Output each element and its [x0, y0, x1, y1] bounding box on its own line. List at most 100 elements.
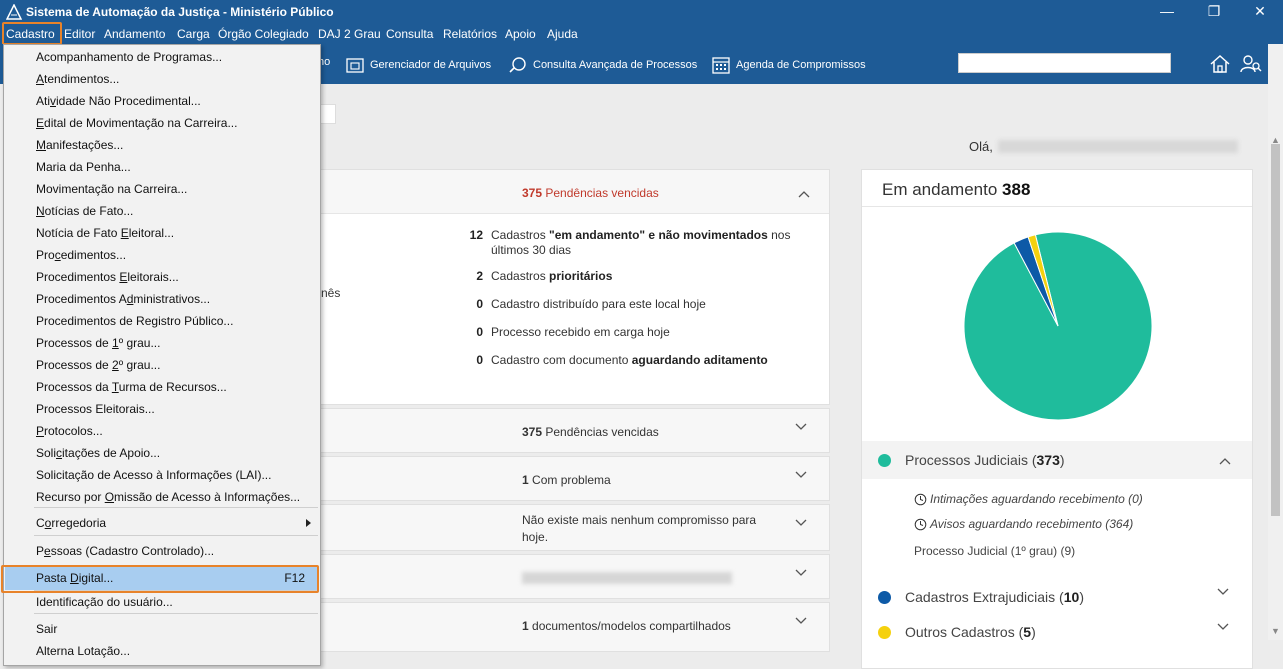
- menu-item-solicitações-de-apoio[interactable]: Solicitações de Apoio...: [5, 442, 319, 464]
- chevron-up-icon[interactable]: [1219, 457, 1231, 465]
- menu-item-label: Processos da Turma de Recursos...: [36, 380, 227, 394]
- pendencias-row[interactable]: 375 Pendências vencidas: [320, 408, 830, 453]
- menu-item-processos-eleitorais[interactable]: Processos Eleitorais...: [5, 398, 319, 420]
- menu-orgao-colegiado[interactable]: Órgão Colegiado: [218, 27, 309, 41]
- menu-carga[interactable]: Carga: [177, 27, 210, 41]
- menu-item-processos-de-1-grau[interactable]: Processos de 1º grau...: [5, 332, 319, 354]
- filter-input[interactable]: [320, 104, 336, 124]
- sub-item-avisos[interactable]: Avisos aguardando recebimento (364): [914, 517, 1133, 531]
- menu-editor[interactable]: Editor: [64, 27, 95, 41]
- chevron-down-icon[interactable]: [795, 423, 807, 431]
- title-bar: Sistema de Automação da Justiça - Minist…: [0, 0, 1283, 24]
- clock-icon: [914, 518, 927, 530]
- menu-item-acompanhamento-de-programas[interactable]: Acompanhamento de Programas...: [5, 46, 319, 68]
- menu-item-pessoas-cadastro-controlado[interactable]: Pessoas (Cadastro Controlado)...: [5, 540, 319, 562]
- menu-item-protocolos[interactable]: Protocolos...: [5, 420, 319, 442]
- chevron-up-icon[interactable]: [798, 190, 810, 198]
- home-icon[interactable]: [1208, 53, 1232, 75]
- user-name-redacted: [998, 140, 1238, 153]
- scroll-down-icon[interactable]: ▼: [1271, 627, 1280, 636]
- menu-item-atendimentos[interactable]: Atendimentos...: [5, 68, 319, 90]
- clock-icon: [914, 493, 927, 505]
- menu-relatorios[interactable]: Relatórios: [443, 27, 497, 41]
- legend-row-processos-judiciais[interactable]: Processos Judiciais (373): [862, 441, 1252, 479]
- menu-item-atividade-não-procedimental[interactable]: Atividade Não Procedimental...: [5, 90, 319, 112]
- menu-item-alterna-lotação[interactable]: Alterna Lotação...: [5, 640, 319, 662]
- menu-item-solicitação-de-acesso-à-informações-lai[interactable]: Solicitação de Acesso à Informações (LAI…: [5, 464, 319, 486]
- menu-item-label: Manifestações...: [36, 138, 124, 152]
- toolbar-gerenciador-arquivos[interactable]: Gerenciador de Arquivos: [345, 56, 491, 74]
- menu-daj-2-grau[interactable]: DAJ 2 Grau: [318, 27, 381, 41]
- toolbar-search-input[interactable]: [958, 53, 1171, 73]
- vertical-scrollbar[interactable]: ▲ ▼: [1268, 44, 1283, 640]
- window-title: Sistema de Automação da Justiça - Minist…: [26, 5, 334, 19]
- folder-icon: [346, 58, 364, 73]
- menu-item-maria-da-penha[interactable]: Maria da Penha...: [5, 156, 319, 178]
- scrollbar-thumb[interactable]: [1271, 144, 1280, 516]
- chevron-down-icon[interactable]: [795, 617, 807, 625]
- legend-dot: [878, 591, 891, 604]
- close-button[interactable]: ✕: [1237, 0, 1283, 24]
- menu-ajuda[interactable]: Ajuda: [547, 27, 578, 41]
- stat-text: Cadastro distribuído para este local hoj…: [491, 297, 706, 311]
- menu-item-sair[interactable]: Sair: [5, 618, 319, 640]
- menu-item-label: Solicitações de Apoio...: [36, 446, 161, 460]
- legend-row-outros-cadastros[interactable]: Outros Cadastros (5): [862, 613, 1252, 651]
- menu-item-label: Identificação do usuário...: [36, 595, 173, 609]
- menu-apoio[interactable]: Apoio: [505, 27, 536, 41]
- menu-item-processos-da-turma-de-recursos[interactable]: Processos da Turma de Recursos...: [5, 376, 319, 398]
- toolbar-agenda-compromissos[interactable]: Agenda de Compromissos: [711, 56, 866, 74]
- menu-separator: [34, 535, 318, 536]
- chevron-down-icon[interactable]: [1217, 588, 1229, 596]
- menu-item-identificação-do-usuário[interactable]: Identificação do usuário...: [5, 591, 319, 613]
- row-text: 1 documentos/modelos compartilhados: [522, 619, 731, 633]
- menu-consulta[interactable]: Consulta: [386, 27, 433, 41]
- menu-item-label: Corregedoria: [36, 516, 107, 530]
- menu-item-label: Procedimentos...: [36, 248, 127, 262]
- pie-chart[interactable]: [958, 226, 1158, 426]
- pendencias-panel-header[interactable]: 375 Pendências vencidas: [321, 170, 829, 214]
- chevron-down-icon[interactable]: [795, 569, 807, 577]
- restore-button[interactable]: ❐: [1191, 0, 1237, 24]
- menu-andamento[interactable]: Andamento: [104, 27, 165, 41]
- menu-item-label: Processos Eleitorais...: [36, 402, 155, 416]
- menu-item-procedimentos-administrativos[interactable]: Procedimentos Administrativos...: [5, 288, 319, 310]
- menu-item-label: Notícias de Fato...: [36, 204, 134, 218]
- menu-item-label: Maria da Penha...: [36, 160, 131, 174]
- user-search-icon[interactable]: [1239, 53, 1263, 75]
- minimize-button[interactable]: —: [1144, 0, 1190, 24]
- redacted-text: [522, 572, 732, 584]
- menu-item-processos-de-2-grau[interactable]: Processos de 2º grau...: [5, 354, 319, 376]
- compromisso-row[interactable]: Não existe mais nenhum compromisso para …: [320, 504, 830, 551]
- menu-item-recurso-por-omissão-de-acesso-à-informações[interactable]: Recurso por Omissão de Acesso à Informaç…: [5, 486, 319, 508]
- stat-number: 0: [476, 297, 483, 311]
- legend-row-cadastros-extrajudiciais[interactable]: Cadastros Extrajudiciais (10): [862, 578, 1252, 616]
- menu-item-corregedoria[interactable]: Corregedoria: [5, 512, 319, 534]
- menu-item-procedimentos[interactable]: Procedimentos...: [5, 244, 319, 266]
- stat-number: 0: [476, 353, 483, 367]
- chevron-down-icon[interactable]: [795, 471, 807, 479]
- chevron-down-icon[interactable]: [1217, 623, 1229, 631]
- chevron-down-icon[interactable]: [795, 519, 807, 527]
- menu-item-edital-de-movimentação-na-carreira[interactable]: Edital de Movimentação na Carreira...: [5, 112, 319, 134]
- sub-item-processo-judicial[interactable]: Processo Judicial (1º grau) (9): [914, 544, 1075, 558]
- menu-item-label: Alterna Lotação...: [36, 644, 131, 658]
- menu-item-movimentação-na-carreira[interactable]: Movimentação na Carreira...: [5, 178, 319, 200]
- documentos-row[interactable]: 1 documentos/modelos compartilhados: [320, 602, 830, 652]
- menu-item-procedimentos-eleitorais[interactable]: Procedimentos Eleitorais...: [5, 266, 319, 288]
- row-text: 1 Com problema: [522, 473, 611, 487]
- redacted-row[interactable]: [320, 554, 830, 599]
- menu-item-manifestações[interactable]: Manifestações...: [5, 134, 319, 156]
- sub-item-intimacoes[interactable]: Intimações aguardando recebimento (0): [914, 492, 1143, 506]
- toolbar-label: Consulta Avançada de Processos: [533, 59, 698, 71]
- cadastro-highlight-box: [2, 22, 62, 45]
- menu-item-notícia-de-fato-eleitoral[interactable]: Notícia de Fato Eleitoral...: [5, 222, 319, 244]
- menu-item-label: Movimentação na Carreira...: [36, 182, 188, 196]
- stat-number: 2: [476, 269, 483, 283]
- menu-item-label: Atividade Não Procedimental...: [36, 94, 201, 108]
- menu-item-procedimentos-de-registro-público[interactable]: Procedimentos de Registro Público...: [5, 310, 319, 332]
- menu-item-notícias-de-fato[interactable]: Notícias de Fato...: [5, 200, 319, 222]
- problema-row[interactable]: 1 Com problema: [320, 456, 830, 501]
- toolbar-consulta-avancada[interactable]: Consulta Avançada de Processos: [508, 56, 697, 74]
- legend-dot: [878, 626, 891, 639]
